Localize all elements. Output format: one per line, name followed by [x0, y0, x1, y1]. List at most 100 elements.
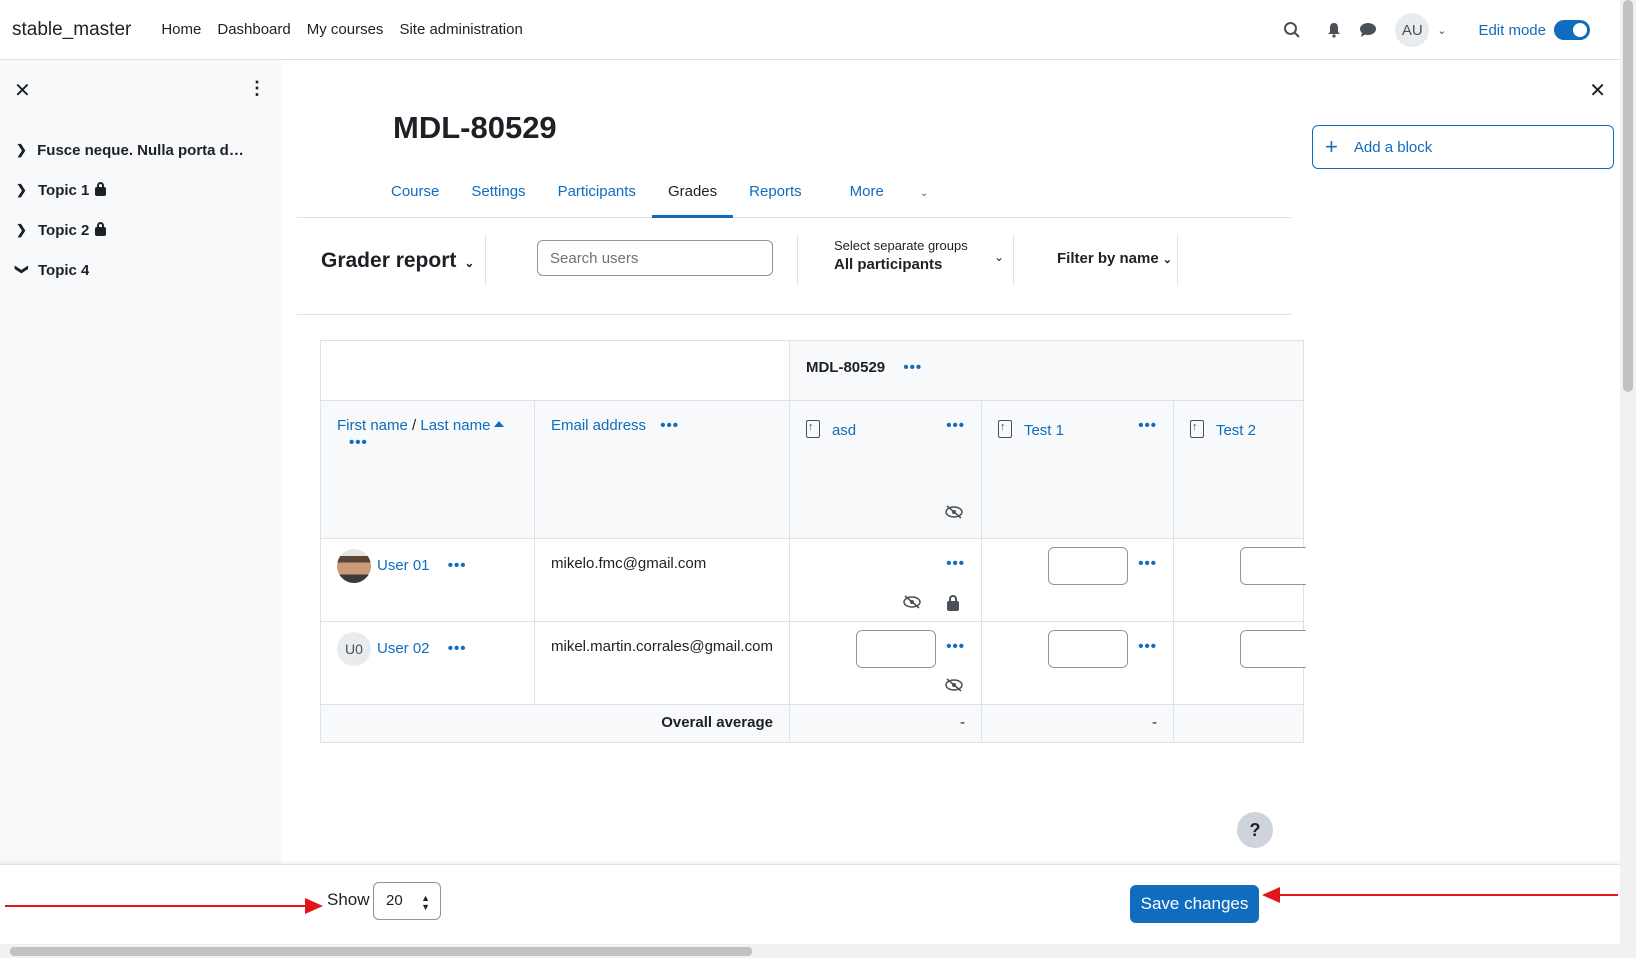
- horizontal-scrollbar[interactable]: [0, 944, 1636, 958]
- grade-input[interactable]: [1239, 630, 1306, 668]
- help-button[interactable]: ?: [1237, 812, 1273, 848]
- course-index-item-label[interactable]: Topic 4: [38, 262, 89, 279]
- tab-course[interactable]: Course: [375, 170, 455, 218]
- add-block-label: Add a block: [1353, 138, 1433, 156]
- course-index-item[interactable]: ❯ Fusce neque. Nulla porta dol...: [16, 130, 246, 170]
- grade-input[interactable]: [1047, 547, 1128, 585]
- grade-cell-actions-icon[interactable]: •••: [946, 638, 965, 655]
- grade-cell-actions-icon[interactable]: •••: [1138, 638, 1157, 655]
- primary-navigation: Home Dashboard My courses Site administr…: [153, 21, 531, 38]
- course-index-item[interactable]: ❯ Topic 1: [16, 170, 246, 210]
- course-index-drawer: ✕ ⋮ ❯ Fusce neque. Nulla porta dol... ❯ …: [0, 60, 281, 864]
- chevron-down-icon[interactable]: ❯: [14, 264, 30, 276]
- tab-more-label: More: [849, 183, 884, 200]
- save-changes-button[interactable]: Save changes: [1130, 885, 1259, 923]
- lock-icon: [95, 181, 107, 196]
- vertical-scrollbar[interactable]: [1620, 0, 1636, 944]
- user-name-link[interactable]: User 01: [377, 557, 430, 574]
- email-column-actions-icon[interactable]: •••: [660, 417, 679, 434]
- grade-cell: [1172, 621, 1306, 705]
- grade-item-link-test-2[interactable]: Test 2: [1216, 422, 1256, 439]
- chevron-down-icon[interactable]: ⌄: [1437, 24, 1446, 37]
- name-column-actions-icon[interactable]: •••: [349, 434, 368, 451]
- tab-participants[interactable]: Participants: [542, 170, 652, 218]
- hidden-eye-icon: [945, 678, 963, 695]
- site-brand[interactable]: stable_master: [12, 19, 131, 41]
- nav-dashboard[interactable]: Dashboard: [217, 21, 290, 38]
- edit-mode-switch[interactable]: Edit mode: [1478, 20, 1590, 40]
- course-index-item[interactable]: ❯ Topic 2: [16, 210, 246, 250]
- grade-cell: •••: [980, 621, 1174, 705]
- grade-item-actions-icon[interactable]: •••: [946, 417, 965, 434]
- close-icon[interactable]: ✕: [14, 78, 31, 103]
- per-page-value: 20: [386, 892, 403, 909]
- tab-more[interactable]: More ⌄: [818, 170, 961, 218]
- grade-item-link-test-1[interactable]: Test 1: [1024, 422, 1064, 439]
- overall-average-value: -: [788, 704, 982, 743]
- user-name-cell: U0 User 02 •••: [320, 621, 535, 705]
- category-header-cell: MDL-80529 •••: [788, 340, 1304, 401]
- grade-item-actions-icon[interactable]: •••: [1138, 417, 1157, 434]
- user-name-link[interactable]: User 02: [377, 640, 430, 657]
- annotation-arrowhead: [1262, 887, 1280, 903]
- messages-chat-icon[interactable]: [1351, 13, 1385, 47]
- sort-first-name-link[interactable]: First name: [337, 417, 408, 434]
- scrollbar-thumb[interactable]: [1623, 0, 1633, 392]
- sort-email-link[interactable]: Email address: [551, 417, 646, 434]
- name-header-cell: First name / Last name •••: [320, 400, 535, 539]
- grade-input[interactable]: [1047, 630, 1128, 668]
- course-index-item-label[interactable]: Fusce neque. Nulla porta dol...: [37, 142, 246, 159]
- search-users-input[interactable]: [537, 240, 773, 276]
- notifications-bell-icon[interactable]: [1317, 13, 1351, 47]
- chevron-down-icon: ⌄: [993, 250, 1004, 264]
- chevron-down-icon: ⌄: [920, 188, 929, 199]
- tab-reports[interactable]: Reports: [733, 170, 818, 218]
- grade-cell: •••: [980, 538, 1174, 622]
- groups-selector[interactable]: Select separate groups All participants …: [834, 238, 1004, 273]
- grade-cell-actions-icon[interactable]: •••: [1138, 555, 1157, 572]
- name-header-separator: /: [407, 417, 421, 434]
- grade-item-link-asd[interactable]: asd: [832, 422, 856, 439]
- top-navbar: stable_master Home Dashboard My courses …: [0, 0, 1620, 60]
- chevron-right-icon[interactable]: ❯: [16, 142, 37, 158]
- hidden-eye-icon: [903, 595, 921, 612]
- course-index-item[interactable]: ❯ Topic 4: [14, 250, 246, 290]
- nav-my-courses[interactable]: My courses: [307, 21, 384, 38]
- sort-last-name-link[interactable]: Last name: [420, 417, 490, 434]
- user-avatar[interactable]: [337, 549, 371, 583]
- grade-cell-actions-icon[interactable]: •••: [946, 555, 965, 572]
- groups-label: Select separate groups: [834, 238, 968, 253]
- kebab-menu-icon[interactable]: ⋮: [248, 78, 266, 99]
- groups-value: All participants: [834, 256, 943, 273]
- per-page-select[interactable]: 20 ▲ ▼: [373, 882, 441, 920]
- grade-input[interactable]: [855, 630, 936, 668]
- category-spacer-cell: [320, 340, 790, 401]
- search-icon[interactable]: [1275, 13, 1309, 47]
- user-actions-icon[interactable]: •••: [448, 557, 467, 574]
- category-actions-icon[interactable]: •••: [903, 359, 922, 376]
- nav-home[interactable]: Home: [161, 21, 201, 38]
- tab-settings[interactable]: Settings: [455, 170, 541, 218]
- grade-input[interactable]: [1239, 547, 1306, 585]
- user-actions-icon[interactable]: •••: [448, 640, 467, 657]
- main-region: MDL-80529 Course Settings Participants G…: [281, 60, 1306, 864]
- add-block-button[interactable]: + Add a block: [1312, 125, 1614, 169]
- chevron-right-icon[interactable]: ❯: [16, 182, 38, 198]
- nav-site-administration[interactable]: Site administration: [399, 21, 522, 38]
- category-row: MDL-80529 •••: [320, 340, 1304, 401]
- user-avatar-menu[interactable]: AU: [1395, 13, 1430, 47]
- user-avatar[interactable]: U0: [337, 632, 371, 666]
- close-icon[interactable]: ✕: [1589, 78, 1606, 103]
- course-index-item-label[interactable]: Topic 2: [38, 222, 89, 239]
- edit-mode-label: Edit mode: [1478, 21, 1546, 39]
- tab-grades[interactable]: Grades: [651, 170, 734, 218]
- user-email-cell: mikel.martin.corrales@gmail.com: [534, 621, 790, 705]
- grader-table: MDL-80529 ••• First name / Last name •••…: [320, 340, 1306, 743]
- chevron-right-icon[interactable]: ❯: [16, 222, 38, 238]
- report-selector[interactable]: Grader report ⌄: [321, 249, 474, 273]
- edit-mode-toggle[interactable]: [1554, 20, 1590, 40]
- scrollbar-thumb[interactable]: [10, 947, 752, 956]
- course-index-item-label[interactable]: Topic 1: [38, 182, 89, 199]
- sticky-footer: Show 20 ▲ ▼ Save changes: [0, 864, 1620, 944]
- filter-by-name-dropdown[interactable]: Filter by name ⌄: [1057, 250, 1172, 267]
